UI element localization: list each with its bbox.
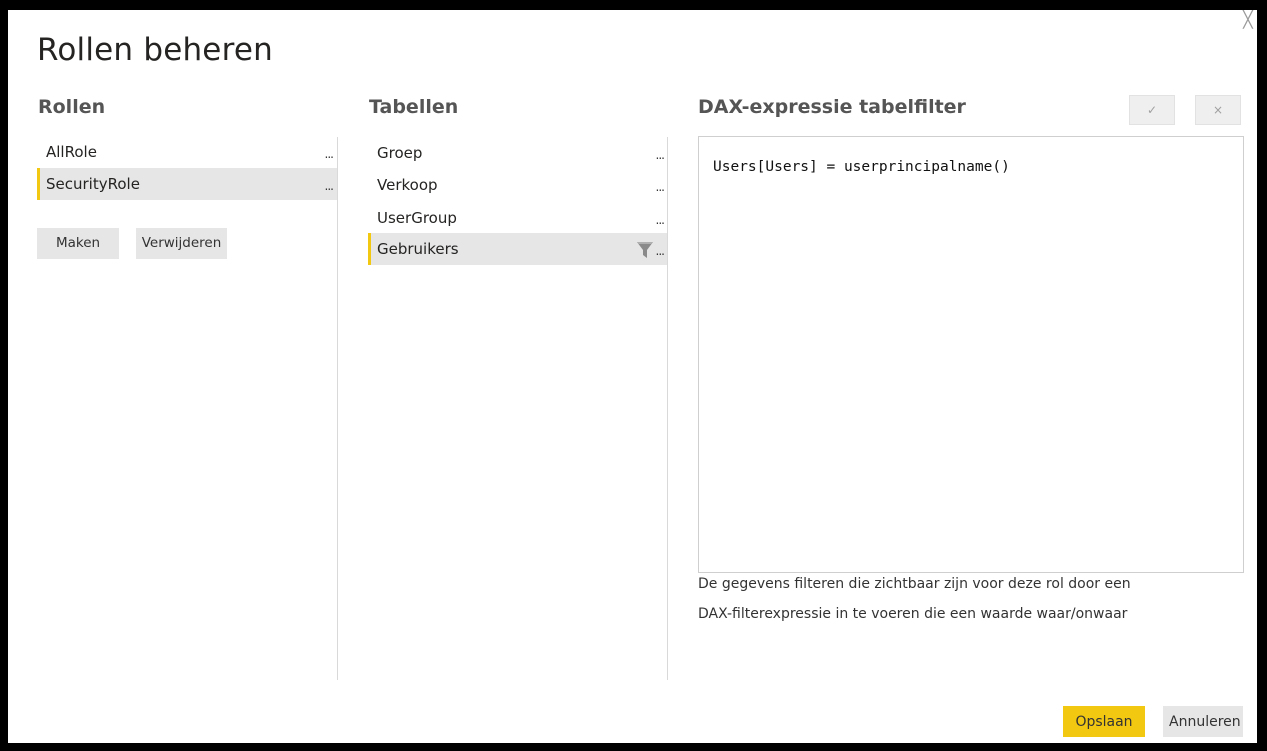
help-text-line-1: De gegevens filteren die zichtbaar zijn … bbox=[698, 576, 1131, 592]
more-options-icon[interactable]: ... bbox=[656, 171, 666, 203]
confirm-check-icon[interactable]: ✓ bbox=[1129, 95, 1175, 125]
delete-role-button[interactable]: Verwijderen bbox=[136, 228, 227, 259]
table-item-label: Gebruikers bbox=[377, 240, 459, 258]
help-text-line-2: DAX-filterexpressie in te voeren die een… bbox=[698, 606, 1128, 622]
tables-header: Tabellen bbox=[369, 96, 459, 118]
dialog-title: Rollen beheren bbox=[37, 32, 273, 68]
dax-expression-text: Users[Users] = userprincipalname() bbox=[713, 159, 1010, 175]
role-item-allrole[interactable]: AllRole ... bbox=[37, 136, 337, 168]
cancel-button[interactable]: Annuleren bbox=[1163, 706, 1243, 737]
table-item-label: UserGroup bbox=[377, 209, 457, 227]
more-options-icon[interactable]: ... bbox=[656, 235, 666, 267]
save-button[interactable]: Opslaan bbox=[1063, 706, 1145, 737]
close-icon[interactable]: ╳ bbox=[1241, 12, 1255, 30]
more-options-icon[interactable]: ... bbox=[656, 204, 666, 236]
table-item-label: Verkoop bbox=[377, 176, 438, 194]
dax-expression-editor[interactable]: Users[Users] = userprincipalname() bbox=[698, 136, 1244, 573]
table-item-verkoop[interactable]: Verkoop ... bbox=[368, 169, 668, 201]
table-item-gebruikers[interactable]: Gebruikers ... bbox=[368, 233, 668, 265]
roles-header: Rollen bbox=[38, 96, 106, 118]
role-item-label: AllRole bbox=[46, 143, 97, 161]
more-options-icon[interactable]: ... bbox=[325, 138, 335, 170]
dax-header: DAX-expressie tabelfilter bbox=[698, 96, 966, 118]
create-role-button[interactable]: Maken bbox=[37, 228, 119, 259]
filter-icon bbox=[637, 242, 653, 258]
more-options-icon[interactable]: ... bbox=[325, 170, 335, 202]
table-item-label: Groep bbox=[377, 144, 423, 162]
role-item-label: SecurityRole bbox=[46, 175, 140, 193]
pane-divider bbox=[337, 137, 338, 680]
role-item-securityrole[interactable]: SecurityRole ... bbox=[37, 168, 337, 200]
manage-roles-dialog: ╳ Rollen beheren Rollen AllRole ... Secu… bbox=[8, 10, 1257, 743]
pane-divider bbox=[667, 137, 668, 680]
table-item-groep[interactable]: Groep ... bbox=[368, 137, 668, 169]
table-item-usergroup[interactable]: UserGroup ... bbox=[368, 202, 668, 234]
more-options-icon[interactable]: ... bbox=[656, 139, 666, 171]
discard-x-icon[interactable]: × bbox=[1195, 95, 1241, 125]
